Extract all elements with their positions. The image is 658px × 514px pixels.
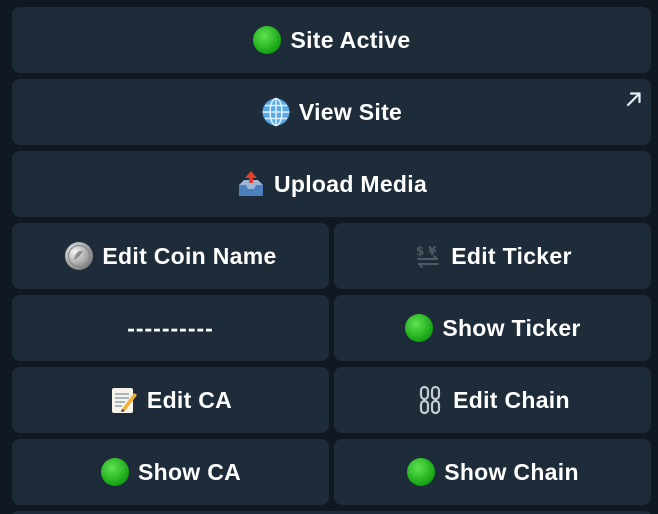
green-circle-icon bbox=[406, 457, 436, 487]
green-circle-icon bbox=[404, 313, 434, 343]
upload-media-label: Upload Media bbox=[273, 170, 428, 197]
show-ca-button[interactable]: Show CA bbox=[12, 439, 329, 505]
svg-text:$: $ bbox=[416, 244, 425, 258]
edit-ticker-button[interactable]: $ ¥ Edit Ticker bbox=[334, 223, 651, 289]
edit-chain-label: Edit Chain bbox=[453, 386, 570, 413]
coin-icon bbox=[64, 241, 94, 271]
currency-exchange-icon: $ ¥ bbox=[413, 241, 443, 271]
green-circle-icon bbox=[252, 25, 282, 55]
edit-ticker-label: Edit Ticker bbox=[451, 242, 572, 269]
separator-label: ---------- bbox=[127, 314, 214, 341]
show-chain-button[interactable]: Show Chain bbox=[334, 439, 651, 505]
edit-ca-button[interactable]: Edit CA bbox=[12, 367, 329, 433]
show-chain-label: Show Chain bbox=[444, 458, 579, 485]
show-ticker-button[interactable]: Show Ticker bbox=[334, 295, 651, 361]
outbox-tray-icon bbox=[236, 169, 266, 199]
external-link-arrow-icon bbox=[625, 87, 643, 107]
svg-text:¥: ¥ bbox=[428, 244, 437, 258]
upload-media-button[interactable]: Upload Media bbox=[12, 151, 651, 217]
edit-coin-name-label: Edit Coin Name bbox=[102, 242, 277, 269]
edit-coin-name-button[interactable]: Edit Coin Name bbox=[12, 223, 329, 289]
separator-button[interactable]: ---------- bbox=[12, 295, 329, 361]
site-active-button[interactable]: Site Active bbox=[12, 7, 651, 73]
edit-chain-button[interactable]: Edit Chain bbox=[334, 367, 651, 433]
chains-icon bbox=[415, 385, 445, 415]
view-site-label: View Site bbox=[298, 98, 403, 125]
edit-ca-label: Edit CA bbox=[146, 386, 233, 413]
site-active-label: Site Active bbox=[290, 26, 411, 53]
show-ca-label: Show CA bbox=[137, 458, 242, 485]
view-site-button[interactable]: View Site bbox=[12, 79, 651, 145]
globe-icon bbox=[261, 97, 291, 127]
show-ticker-label: Show Ticker bbox=[442, 314, 581, 341]
memo-icon bbox=[109, 385, 139, 415]
green-circle-icon bbox=[100, 457, 130, 487]
